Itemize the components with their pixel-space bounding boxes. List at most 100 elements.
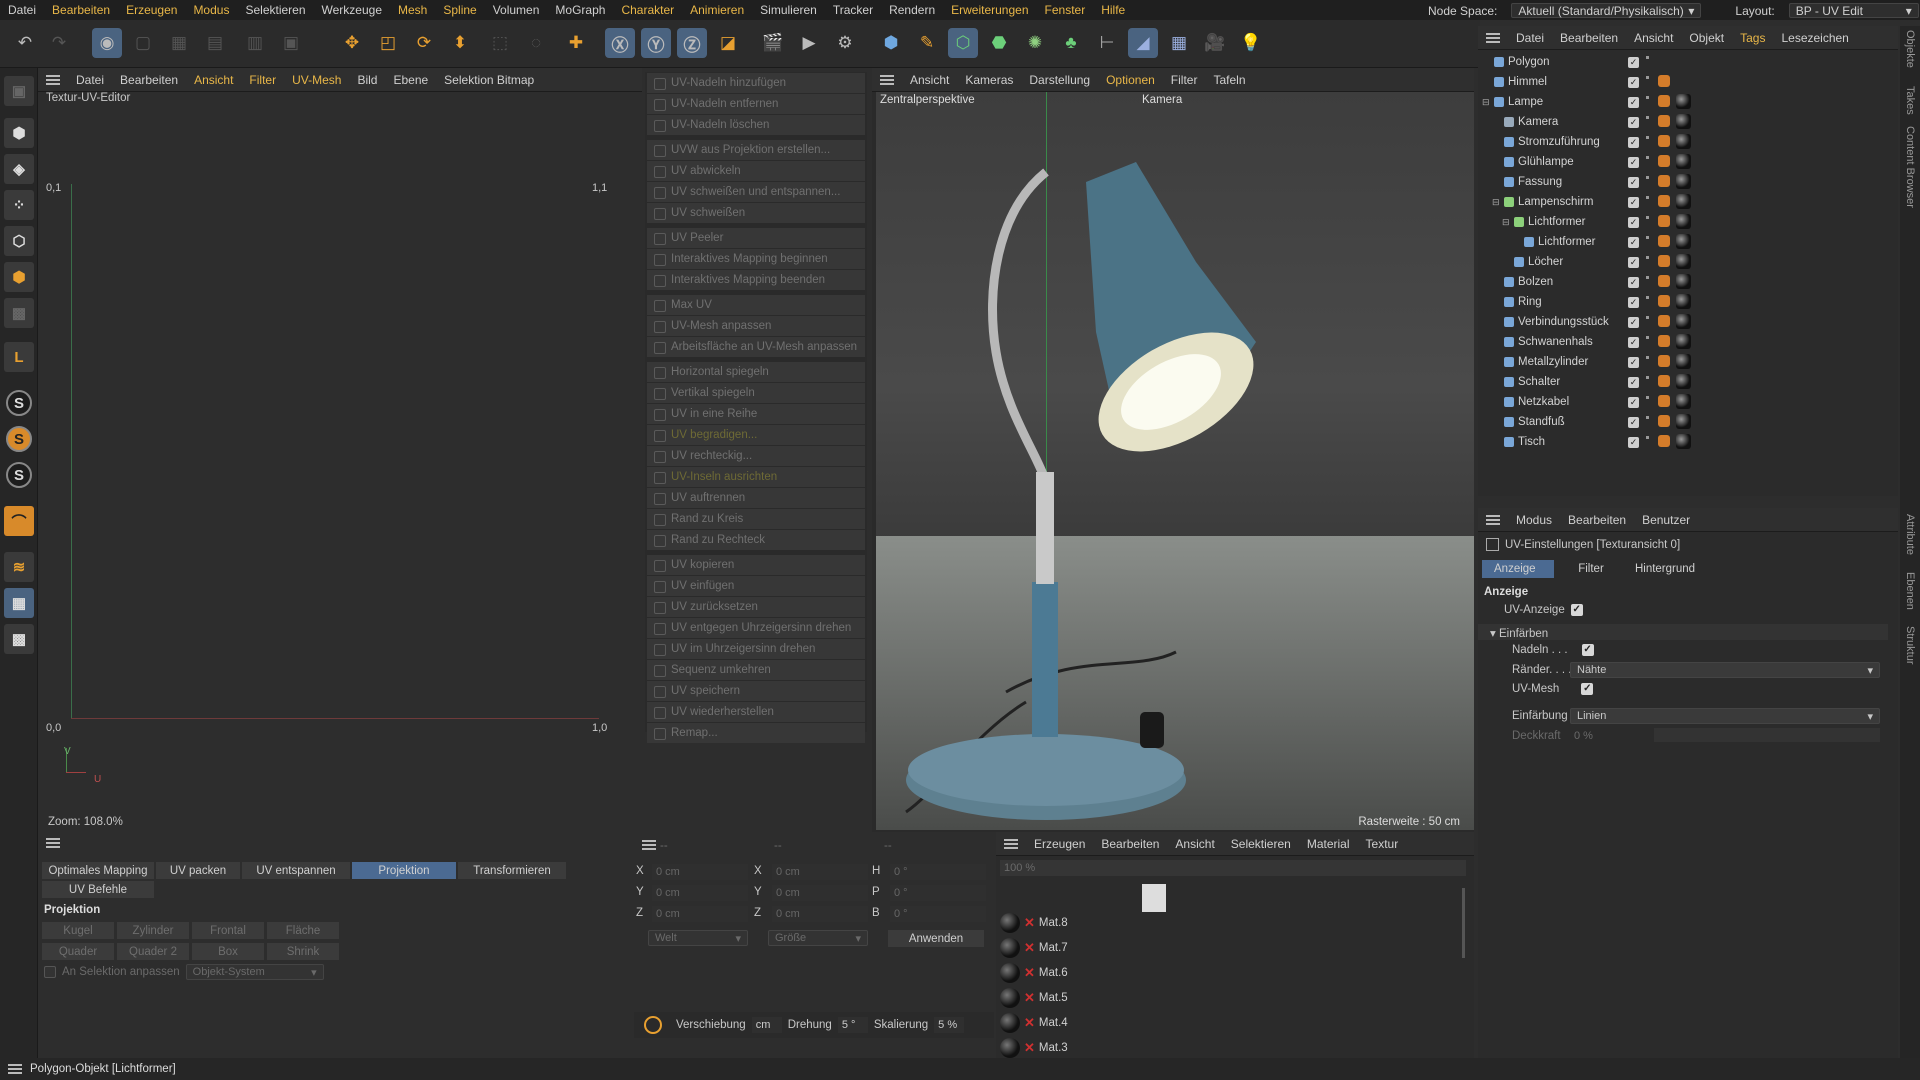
- undo-icon[interactable]: ↶: [10, 28, 40, 58]
- render-dots-icon[interactable]: [1646, 136, 1649, 148]
- opacity-slider[interactable]: [1654, 728, 1880, 742]
- phong-tag-icon[interactable]: [1658, 335, 1670, 347]
- object-row-schwanenhals[interactable]: Schwanenhals ✓: [1478, 332, 1898, 352]
- menu-mograph[interactable]: MoGraph: [547, 3, 613, 17]
- phong-tag-icon[interactable]: [1658, 75, 1670, 87]
- render-dots-icon[interactable]: [1646, 196, 1649, 208]
- menu-ebene[interactable]: Ebene: [385, 73, 436, 87]
- side-tab-content-browser[interactable]: Content Browser: [1904, 126, 1916, 208]
- model-mode-icon[interactable]: ⬢: [4, 118, 34, 148]
- make-editable-icon[interactable]: ▣: [4, 76, 34, 106]
- menu-charakter[interactable]: Charakter: [613, 3, 682, 17]
- close-icon[interactable]: ✕: [1024, 1015, 1035, 1031]
- visibility-checkbox-icon[interactable]: ✓: [1628, 356, 1639, 368]
- snap-dial-icon[interactable]: [644, 1016, 662, 1034]
- render-dots-icon[interactable]: [1646, 356, 1649, 368]
- render-dots-icon[interactable]: [1646, 436, 1649, 448]
- render-dots-icon[interactable]: [1646, 216, 1649, 228]
- object-row-lichtformer[interactable]: Lichtformer ✓: [1478, 232, 1898, 252]
- snap-s-icon[interactable]: S: [6, 390, 32, 416]
- menu-werkzeuge[interactable]: Werkzeuge: [314, 3, 390, 17]
- edges-select[interactable]: Nähte ▾: [1570, 662, 1880, 678]
- tab-transformieren[interactable]: Transformieren: [458, 862, 566, 879]
- coordinate-icon[interactable]: ⬍: [445, 28, 475, 58]
- menu-filter[interactable]: Filter: [1163, 73, 1206, 87]
- menu-erzeugen[interactable]: Erzeugen: [118, 3, 185, 17]
- menu-darstellung[interactable]: Darstellung: [1021, 73, 1098, 87]
- cmd-uv-nadeln-hinzufügen[interactable]: UV-Nadeln hinzufügen: [647, 73, 865, 93]
- visibility-checkbox-icon[interactable]: ✓: [1628, 396, 1639, 408]
- material-tag-icon[interactable]: [1676, 214, 1691, 229]
- move-icon[interactable]: ✥: [337, 28, 367, 58]
- menu-objekt[interactable]: Objekt: [1681, 31, 1732, 45]
- render-dots-icon[interactable]: [1646, 316, 1649, 328]
- menu-bearbeiten[interactable]: Bearbeiten: [112, 73, 186, 87]
- menu-selektieren[interactable]: Selektieren: [237, 3, 313, 17]
- object-row-tisch[interactable]: Tisch ✓: [1478, 432, 1898, 452]
- render-view-icon[interactable]: ▶: [794, 28, 824, 58]
- visibility-checkbox-icon[interactable]: ✓: [1628, 436, 1639, 448]
- menu-mesh[interactable]: Mesh: [390, 3, 435, 17]
- cmd-uv-nadeln-entfernen[interactable]: UV-Nadeln entfernen: [647, 94, 865, 114]
- visibility-checkbox-icon[interactable]: ✓: [1628, 136, 1639, 148]
- cmd-uv-nadeln-löschen[interactable]: UV-Nadeln löschen: [647, 115, 865, 135]
- object-row-stromzuführung[interactable]: Stromzuführung ✓: [1478, 132, 1898, 152]
- cmd-remap[interactable]: Remap...: [647, 723, 865, 743]
- material-item-mat-8[interactable]: ✕ Mat.8: [1000, 912, 1080, 934]
- attr-tab-hintergrund[interactable]: Hintergrund: [1628, 560, 1702, 578]
- object-row-lampe[interactable]: ⊟ Lampe ✓: [1478, 92, 1898, 112]
- collapse-icon[interactable]: ⊟: [1492, 197, 1500, 208]
- cmd-uv-begradigen[interactable]: UV begradigen...: [647, 425, 865, 445]
- visibility-checkbox-icon[interactable]: ✓: [1628, 156, 1639, 168]
- render-region-icon[interactable]: 🎬: [758, 28, 788, 58]
- tab-uv-commands[interactable]: UV Befehle: [42, 881, 154, 898]
- render-dots-icon[interactable]: [1646, 276, 1649, 288]
- y-axis-icon[interactable]: Ⓨ: [641, 28, 671, 58]
- side-tab-takes[interactable]: Takes: [1904, 86, 1916, 115]
- menu-modus[interactable]: Modus: [185, 3, 237, 17]
- render-dots-icon[interactable]: [1646, 56, 1649, 68]
- phong-tag-icon[interactable]: [1658, 175, 1670, 187]
- coord-field[interactable]: 0 °: [890, 885, 986, 901]
- x-axis-icon[interactable]: Ⓧ: [605, 28, 635, 58]
- size-select[interactable]: Größe ▾: [768, 930, 868, 946]
- cmd-uv-auftrennen[interactable]: UV auftrennen: [647, 488, 865, 508]
- deformer-icon[interactable]: ⊢: [1092, 28, 1122, 58]
- lasso-select-icon[interactable]: ▦: [164, 28, 194, 58]
- menu-datei[interactable]: Datei: [68, 73, 112, 87]
- cmd-uv-in-eine-reihe[interactable]: UV in eine Reihe: [647, 404, 865, 424]
- node-space-select[interactable]: Aktuell (Standard/Physikalisch) ▾: [1511, 3, 1702, 18]
- visibility-checkbox-icon[interactable]: ✓: [1628, 316, 1639, 328]
- object-row-schalter[interactable]: Schalter ✓: [1478, 372, 1898, 392]
- cmd-interaktives-mapping-beenden[interactable]: Interaktives Mapping beenden: [647, 270, 865, 290]
- proj-quader-button[interactable]: Quader: [42, 943, 114, 960]
- scale-icon[interactable]: ◰: [373, 28, 403, 58]
- layout-select[interactable]: BP - UV Edit ▾: [1788, 3, 1919, 18]
- world-coords-icon[interactable]: ◪: [713, 28, 743, 58]
- material-tag-icon[interactable]: [1676, 394, 1691, 409]
- pen-icon[interactable]: ✎: [912, 28, 942, 58]
- material-tag-icon[interactable]: [1676, 294, 1691, 309]
- menu-datei[interactable]: Datei: [0, 3, 44, 17]
- uvmesh-checkbox[interactable]: ✓: [1581, 683, 1594, 695]
- menu-modus[interactable]: Modus: [1508, 513, 1560, 527]
- object-row-standfuß[interactable]: Standfuß ✓: [1478, 412, 1898, 432]
- render-dots-icon[interactable]: [1646, 76, 1649, 88]
- shift-unit-field[interactable]: cm: [751, 1017, 782, 1033]
- render-dots-icon[interactable]: [1646, 416, 1649, 428]
- coord-field[interactable]: 0 °: [890, 906, 986, 922]
- menu-lesezeichen[interactable]: Lesezeichen: [1773, 31, 1856, 45]
- fit-selection-checkbox[interactable]: [44, 966, 56, 978]
- cmd-vertikal-spiegeln[interactable]: Vertikal spiegeln: [647, 383, 865, 403]
- material-item-mat-7[interactable]: ✕ Mat.7: [1000, 937, 1080, 959]
- cmd-uv-wiederherstellen[interactable]: UV wiederherstellen: [647, 702, 865, 722]
- visibility-checkbox-icon[interactable]: ✓: [1628, 76, 1639, 88]
- phong-tag-icon[interactable]: [1658, 115, 1670, 127]
- visibility-checkbox-icon[interactable]: ✓: [1628, 376, 1639, 388]
- render-dots-icon[interactable]: [1646, 236, 1649, 248]
- object-row-metallzylinder[interactable]: Metallzylinder ✓: [1478, 352, 1898, 372]
- object-row-fassung[interactable]: Fassung ✓: [1478, 172, 1898, 192]
- phong-tag-icon[interactable]: [1658, 355, 1670, 367]
- object-row-verbindungsstück[interactable]: Verbindungsstück ✓: [1478, 312, 1898, 332]
- workplane-icon[interactable]: ◌: [521, 28, 551, 58]
